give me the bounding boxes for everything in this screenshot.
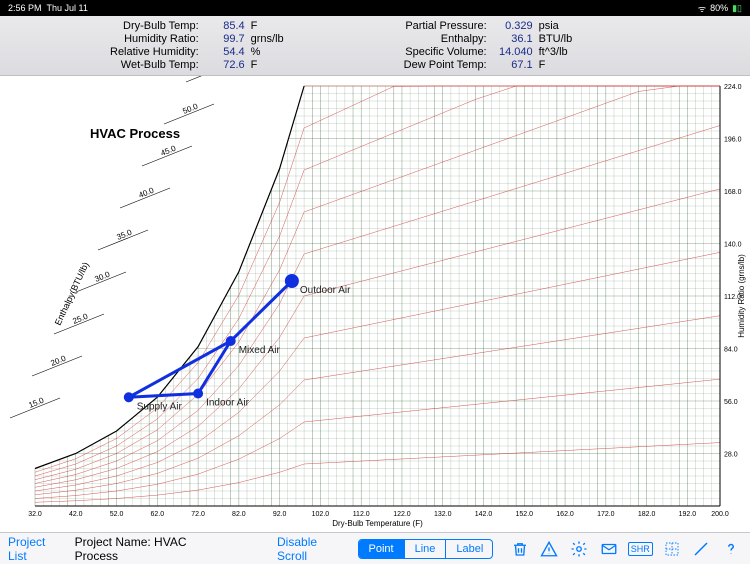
svg-text:142.0: 142.0 — [475, 511, 493, 518]
rh-unit: % — [251, 46, 284, 58]
enth-value: 36.1 — [493, 33, 533, 45]
battery-icon: ▮▯ — [732, 3, 742, 14]
svg-text:200.0: 200.0 — [711, 511, 729, 518]
sv-unit: ft^3/lb — [539, 46, 573, 58]
status-time: 2:56 PM — [8, 3, 42, 13]
shr-button[interactable]: SHR — [628, 542, 653, 556]
battery-pct: 80% — [710, 3, 728, 13]
sv-value: 14.040 — [493, 46, 533, 58]
humidityratio-value: 99.7 — [205, 33, 245, 45]
svg-text:122.0: 122.0 — [393, 511, 411, 518]
svg-text:140.0: 140.0 — [724, 242, 742, 249]
pp-value: 0.329 — [493, 20, 533, 32]
drybulb-value: 85.4 — [205, 20, 245, 32]
svg-text:Humidity Ratio (grns/lb): Humidity Ratio (grns/lb) — [737, 254, 746, 338]
svg-text:132.0: 132.0 — [434, 511, 452, 518]
help-icon[interactable] — [720, 538, 742, 560]
enth-label: Enthalpy: — [404, 33, 487, 45]
svg-text:192.0: 192.0 — [679, 511, 697, 518]
disable-scroll-button[interactable]: Disable Scroll — [277, 535, 350, 563]
svg-text:Outdoor Air: Outdoor Air — [300, 285, 351, 296]
svg-text:162.0: 162.0 — [556, 511, 574, 518]
enth-unit: BTU/lb — [539, 33, 573, 45]
svg-text:Dry-Bulb Temperature (F): Dry-Bulb Temperature (F) — [332, 519, 423, 528]
svg-text:92.0: 92.0 — [273, 511, 287, 518]
mode-segmented-control[interactable]: Point Line Label — [358, 539, 493, 559]
projectname-label: Project Name: — [75, 535, 151, 549]
warning-icon[interactable] — [539, 538, 561, 560]
psychrometric-chart[interactable]: HVAC Process 15.020.025.030.035.040.045.… — [0, 76, 750, 532]
svg-text:152.0: 152.0 — [516, 511, 534, 518]
svg-text:28.0: 28.0 — [724, 452, 738, 459]
mail-icon[interactable] — [598, 538, 620, 560]
sv-label: Specific Volume: — [404, 46, 487, 58]
wetbulb-unit: F — [251, 59, 284, 71]
rh-value: 54.4 — [205, 46, 245, 58]
svg-text:196.0: 196.0 — [724, 137, 742, 144]
dp-unit: F — [539, 59, 573, 71]
dp-label: Dew Point Temp: — [404, 59, 487, 71]
status-bar: 2:56 PM Thu Jul 11 ᯤ 80% ▮▯ — [0, 0, 750, 16]
svg-text:84.0: 84.0 — [724, 347, 738, 354]
humidityratio-unit: grns/lb — [251, 33, 284, 45]
svg-text:62.0: 62.0 — [151, 511, 165, 518]
gear-icon[interactable] — [568, 538, 590, 560]
status-date: Thu Jul 11 — [47, 3, 88, 13]
svg-text:72.0: 72.0 — [191, 511, 205, 518]
seg-point[interactable]: Point — [359, 540, 405, 558]
wetbulb-value: 72.6 — [205, 59, 245, 71]
wifi-icon: ᯤ — [698, 2, 706, 15]
trash-icon[interactable] — [509, 538, 531, 560]
properties-header: Dry-Bulb Temp: 85.4 F Humidity Ratio: 99.7 g… — [0, 16, 750, 76]
bottom-toolbar: Project List Project Name: HVAC Process … — [0, 532, 750, 564]
drybulb-label: Dry-Bulb Temp: — [110, 20, 199, 32]
svg-text:Mixed Air: Mixed Air — [239, 345, 281, 356]
pp-label: Partial Pressure: — [404, 20, 487, 32]
svg-text:172.0: 172.0 — [597, 511, 615, 518]
svg-text:168.0: 168.0 — [724, 189, 742, 196]
pp-unit: psia — [539, 20, 573, 32]
svg-text:82.0: 82.0 — [232, 511, 246, 518]
svg-text:112.0: 112.0 — [353, 511, 370, 518]
line-tool-icon[interactable] — [691, 538, 713, 560]
grid-icon[interactable] — [661, 538, 683, 560]
humidityratio-label: Humidity Ratio: — [110, 33, 199, 45]
seg-line[interactable]: Line — [405, 540, 447, 558]
wetbulb-label: Wet-Bulb Temp: — [110, 59, 199, 71]
svg-text:52.0: 52.0 — [110, 511, 124, 518]
rh-label: Relative Humidity: — [110, 46, 199, 58]
chart-svg: 15.020.025.030.035.040.045.050.055.0Enth… — [0, 76, 750, 532]
svg-text:102.0: 102.0 — [312, 511, 330, 518]
svg-text:Indoor Air: Indoor Air — [206, 398, 249, 409]
svg-text:182.0: 182.0 — [638, 511, 656, 518]
svg-text:224.0: 224.0 — [724, 84, 742, 91]
dp-value: 67.1 — [493, 59, 533, 71]
project-list-link[interactable]: Project List — [8, 535, 67, 563]
svg-text:56.0: 56.0 — [724, 399, 738, 406]
svg-text:42.0: 42.0 — [69, 511, 83, 518]
seg-label[interactable]: Label — [446, 540, 492, 558]
drybulb-unit: F — [251, 20, 284, 32]
svg-text:32.0: 32.0 — [28, 511, 42, 518]
svg-text:Supply Air: Supply Air — [137, 401, 183, 412]
